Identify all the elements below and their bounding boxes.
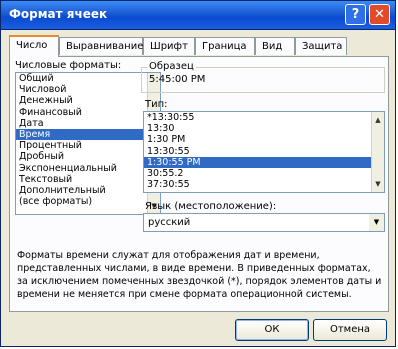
title-bar: Формат ячеек ? ✕ bbox=[1, 1, 395, 30]
scroll-up-icon[interactable]: ▲ bbox=[372, 114, 384, 126]
list-item[interactable]: *13:30:55 bbox=[144, 112, 384, 123]
cancel-button[interactable]: Отмена bbox=[313, 319, 387, 341]
format-cells-dialog: Формат ячеек ? ✕ Число Выравнивание Шриф… bbox=[0, 0, 396, 347]
close-button[interactable]: ✕ bbox=[369, 4, 390, 25]
type-scrollbar[interactable]: ▲ ▼ bbox=[371, 112, 384, 192]
ok-button[interactable]: ОК bbox=[235, 319, 309, 341]
type-label: Тип: bbox=[145, 99, 168, 110]
tab-alignment[interactable]: Выравнивание bbox=[59, 37, 143, 55]
list-item[interactable]: 13:30:55 bbox=[144, 146, 384, 157]
list-item[interactable]: 13:30 bbox=[144, 123, 384, 134]
format-description: Форматы времени служат для отображения д… bbox=[17, 250, 382, 300]
type-list[interactable]: *13:30:55 13:30 1:30 PM 13:30:55 1:30:55 PM 3… bbox=[143, 111, 385, 193]
list-item[interactable]: Дополнительный bbox=[16, 185, 160, 196]
tab-border[interactable]: Граница bbox=[195, 37, 255, 55]
tab-protection[interactable]: Защита bbox=[295, 37, 347, 55]
sample-value: 5:45:00 PM bbox=[149, 74, 206, 85]
list-item[interactable]: Денежный bbox=[16, 95, 160, 106]
list-item[interactable]: Общий bbox=[16, 73, 160, 84]
list-item[interactable]: 1:30:55 PM bbox=[144, 156, 384, 168]
question-icon: ? bbox=[351, 7, 360, 22]
sample-label: Образец bbox=[147, 61, 196, 72]
locale-value: русский bbox=[148, 217, 191, 228]
scroll-down-icon[interactable]: ▼ bbox=[372, 178, 384, 190]
list-item[interactable]: 37:30:55 bbox=[144, 179, 384, 190]
list-item[interactable]: Числовой bbox=[16, 84, 160, 95]
close-icon: ✕ bbox=[374, 7, 385, 22]
locale-label: Язык (местоположение): bbox=[145, 201, 277, 212]
list-item[interactable]: 1:30 PM bbox=[144, 134, 384, 145]
list-item[interactable]: Экспоненциальный bbox=[16, 163, 160, 174]
help-button[interactable]: ? bbox=[345, 4, 366, 25]
tab-font[interactable]: Шрифт bbox=[143, 37, 195, 55]
tab-view[interactable]: Вид bbox=[255, 37, 295, 55]
list-item[interactable]: Время bbox=[16, 128, 160, 141]
list-item[interactable]: Финансовый bbox=[16, 107, 160, 118]
tab-number[interactable]: Число bbox=[9, 35, 59, 57]
list-item[interactable]: Дата bbox=[16, 118, 160, 129]
formats-list[interactable]: Общий Числовой Денежный Финансовый Дата Время… bbox=[15, 72, 161, 215]
window-title: Формат ячеек bbox=[9, 7, 108, 21]
chevron-down-icon[interactable]: ▼ bbox=[369, 214, 384, 231]
list-item[interactable]: (все форматы) bbox=[16, 196, 160, 207]
tab-strip: Число Выравнивание Шрифт Граница Вид Защ… bbox=[9, 35, 389, 57]
list-item[interactable]: Текстовый bbox=[16, 174, 160, 185]
locale-select[interactable]: русский ▼ bbox=[143, 213, 385, 232]
list-item[interactable]: Процентный bbox=[16, 140, 160, 151]
formats-label: Числовые форматы: bbox=[15, 60, 122, 71]
list-item[interactable]: 30:55.2 bbox=[144, 168, 384, 179]
list-item[interactable]: Дробный bbox=[16, 151, 160, 162]
